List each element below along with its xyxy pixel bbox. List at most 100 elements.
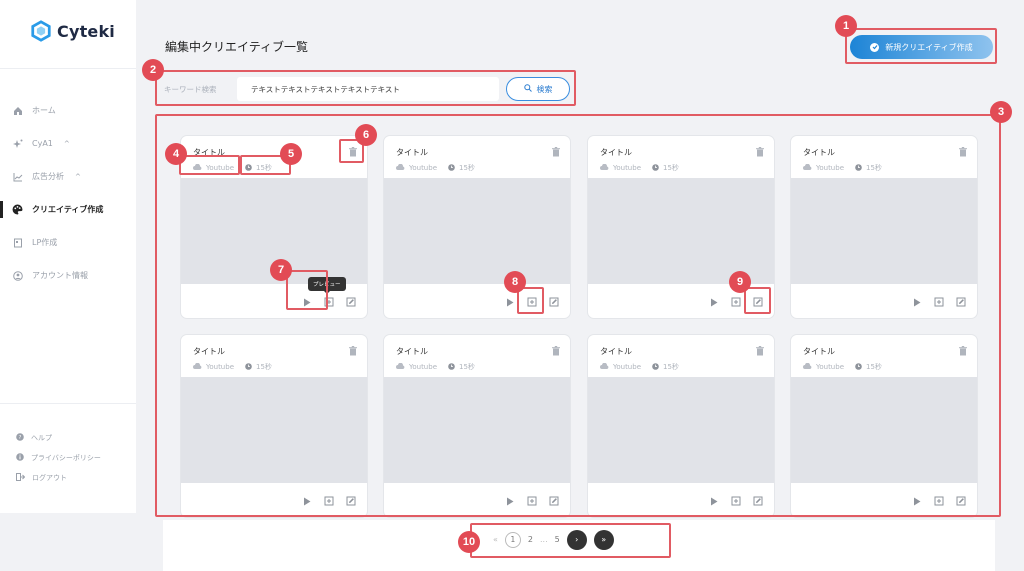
creative-card[interactable]: タイトル Youtube 15秒 [180,334,368,518]
search-button[interactable]: 検索 [506,77,570,101]
card-actions [911,296,967,308]
creative-card[interactable]: タイトル Youtube 15秒 [383,135,571,319]
card-thumbnail[interactable] [791,178,977,284]
duration-label: 15秒 [866,363,882,371]
sidebar-item-creative[interactable]: クリエイティブ作成 [0,193,136,226]
edit-icon[interactable] [955,495,967,507]
creative-card[interactable]: タイトル Youtube 15秒 [383,334,571,518]
sidebar-item-privacy[interactable]: プライバシーポリシー [0,448,136,468]
card-meta: Youtube 15秒 [396,362,475,372]
duplicate-icon[interactable] [933,296,945,308]
trash-icon[interactable] [349,346,357,356]
creative-card[interactable]: タイトル Youtube 15秒 [587,334,775,518]
clock-icon [245,362,252,372]
sidebar-item-lp[interactable]: LP作成 [0,226,136,259]
trash-icon[interactable] [756,147,764,157]
edit-icon[interactable] [345,495,357,507]
clock-icon [855,362,862,372]
page-1-button[interactable]: 1 [504,531,521,548]
play-icon[interactable] [504,296,516,308]
play-icon[interactable] [911,296,923,308]
page-5-button[interactable]: 5 [555,535,560,544]
card-thumbnail[interactable] [588,178,774,284]
creative-grid: タイトル Youtube 15秒 プレビュー タイトル Youtube 15秒 タイトル You… [158,117,999,518]
edit-icon[interactable] [955,296,967,308]
last-page-button[interactable]: » [593,529,614,550]
sparkle-icon [12,138,23,149]
duplicate-icon[interactable] [526,296,538,308]
annotation-badge-2: 2 [142,59,164,81]
annotation-badge-5: 5 [280,143,302,165]
card-thumbnail[interactable] [384,377,570,483]
edit-icon[interactable] [752,296,764,308]
creative-card[interactable]: タイトル Youtube 15秒 [587,135,775,319]
creative-card[interactable]: タイトル Youtube 15秒 [790,334,978,518]
annotation-badge-7: 7 [270,259,292,281]
check-icon [870,42,880,52]
creative-card[interactable]: タイトル Youtube 15秒 [790,135,978,319]
play-icon[interactable] [708,495,720,507]
clock-icon [855,163,862,173]
page-2-button[interactable]: 2 [528,535,533,544]
sidebar-item-account[interactable]: アカウント情報 [0,259,136,292]
sidebar-item-logout[interactable]: ログアウト [0,468,136,488]
search-bar: キーワード検索 検索 [157,73,575,105]
duplicate-icon[interactable] [526,495,538,507]
annotation-badge-9: 9 [729,271,751,293]
platform-label: Youtube [206,363,234,371]
cloud-icon [193,163,202,172]
first-page-button[interactable]: « [493,535,498,544]
trash-icon[interactable] [552,346,560,356]
platform-tag: Youtube [396,362,437,372]
clock-icon [448,163,455,173]
play-icon[interactable] [708,296,720,308]
edit-icon[interactable] [548,495,560,507]
edit-icon[interactable] [548,296,560,308]
play-icon[interactable] [911,495,923,507]
pagination: « 1 2 ... 5 › » [471,525,668,554]
play-icon[interactable] [301,296,313,308]
new-creative-button[interactable]: 新規クリエイティブ作成 [850,35,993,59]
search-input[interactable] [237,77,499,101]
card-meta: Youtube 15秒 [193,163,272,173]
card-thumbnail[interactable] [791,377,977,483]
duration-label: 15秒 [256,363,272,371]
sidebar-item-label: アカウント情報 [32,271,88,280]
next-page-button[interactable]: › [566,529,587,550]
card-actions [708,296,764,308]
trash-icon[interactable] [349,147,357,157]
duplicate-icon[interactable] [933,495,945,507]
edit-icon[interactable] [345,296,357,308]
annotation-badge-4: 4 [165,143,187,165]
chevron-up-icon: ^ [75,172,81,181]
sidebar-item-help[interactable]: ? ヘルプ [0,428,136,448]
duplicate-icon[interactable] [323,495,335,507]
trash-icon[interactable] [959,346,967,356]
card-title: タイトル [600,148,632,157]
card-thumbnail[interactable] [384,178,570,284]
sidebar-item-cya1[interactable]: CyA1 ^ [0,127,136,160]
creative-card[interactable]: タイトル Youtube 15秒 プレビュー [180,135,368,319]
duplicate-icon[interactable] [730,296,742,308]
footer-item-label: ログアウト [32,474,67,482]
cloud-icon [600,362,609,371]
sidebar-item-home[interactable]: ホーム [0,94,136,127]
card-actions [504,495,560,507]
sidebar-item-ad-analysis[interactable]: 広告分析 ^ [0,160,136,193]
card-thumbnail[interactable] [181,377,367,483]
trash-icon[interactable] [959,147,967,157]
play-icon[interactable] [504,495,516,507]
chevron-up-icon: ^ [63,139,70,148]
platform-tag: Youtube [600,362,641,372]
duplicate-icon[interactable] [323,296,335,308]
trash-icon[interactable] [756,346,764,356]
edit-icon[interactable] [752,495,764,507]
play-icon[interactable] [301,495,313,507]
platform-tag: Youtube [193,362,234,372]
logo-hexagon-icon [31,20,51,42]
search-icon [523,84,532,94]
duplicate-icon[interactable] [730,495,742,507]
brand-logo[interactable]: Cyteki [30,20,115,42]
card-thumbnail[interactable] [588,377,774,483]
trash-icon[interactable] [552,147,560,157]
